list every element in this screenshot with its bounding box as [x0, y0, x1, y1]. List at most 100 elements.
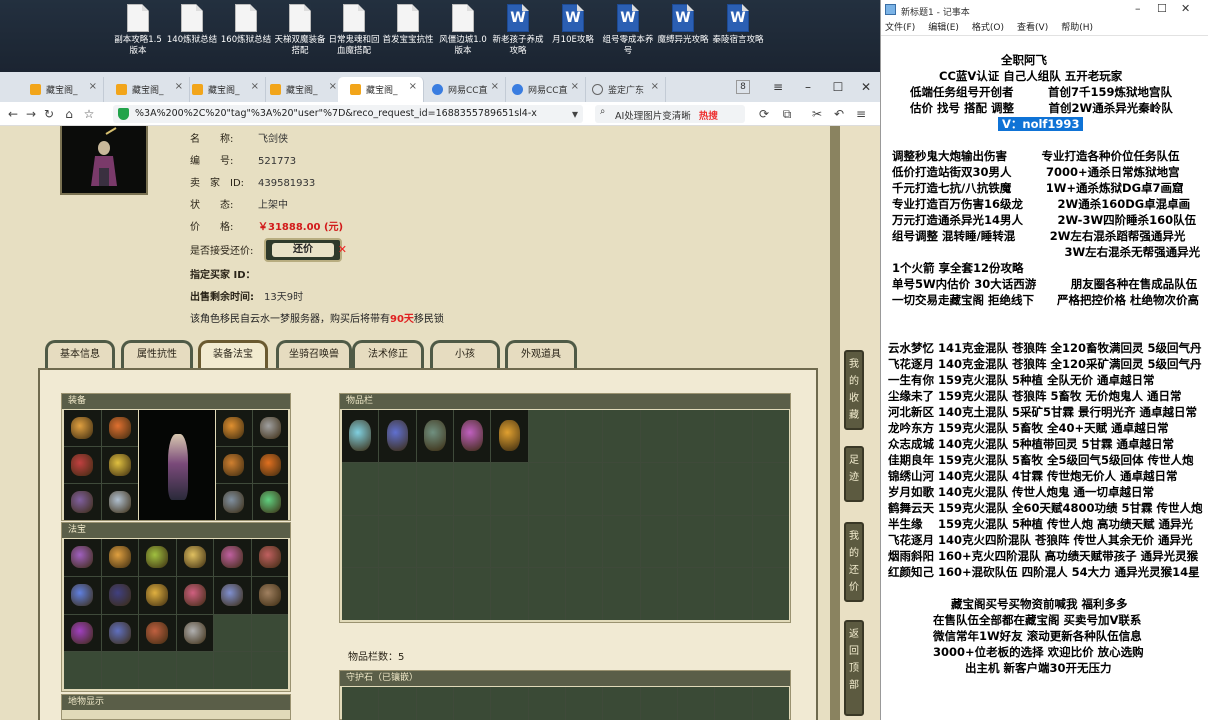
close-icon[interactable]: × — [651, 81, 659, 92]
desktop-file-icon[interactable]: W 新老孩子养成攻略 — [491, 4, 545, 70]
tab-child[interactable]: 小孩 — [430, 340, 500, 368]
browser-tab[interactable]: 藏宝阁_ × — [104, 77, 190, 102]
close-icon[interactable]: × — [571, 81, 579, 92]
empty-slot[interactable] — [565, 410, 603, 462]
tab-appearance[interactable]: 外观道具 — [505, 340, 577, 368]
empty-slot[interactable] — [453, 568, 491, 620]
fabao-slot[interactable] — [176, 614, 213, 652]
empty-slot[interactable] — [603, 568, 640, 620]
minimize-icon[interactable]: – — [1135, 2, 1141, 15]
desktop-file-icon[interactable]: 140炼狱总结 — [165, 4, 219, 70]
scissors-icon[interactable]: ✂ — [808, 105, 826, 123]
desktop-file-icon[interactable]: W 秦陵宿言攻略 — [711, 4, 765, 70]
forward-icon[interactable]: → — [22, 105, 40, 123]
fabao-slot[interactable] — [139, 539, 176, 576]
empty-slot[interactable] — [640, 462, 677, 515]
close-icon[interactable]: × — [491, 81, 499, 92]
menu-view[interactable]: 查看(V) — [1017, 23, 1048, 33]
empty-slot[interactable] — [752, 515, 789, 568]
fabao-slot[interactable] — [176, 576, 213, 614]
empty-slot[interactable] — [379, 515, 416, 568]
my-bargain-button[interactable]: 我的还价 — [844, 522, 864, 602]
desktop-file-icon[interactable]: 天梯双魔装备搭配 — [273, 4, 327, 70]
fabao-slot[interactable] — [64, 614, 101, 652]
bargain-button[interactable]: 还价 ✕ — [264, 238, 347, 262]
empty-slot[interactable] — [677, 462, 715, 515]
empty-slot[interactable] — [715, 687, 752, 720]
item-slot[interactable] — [453, 410, 491, 462]
empty-slot[interactable] — [677, 515, 715, 568]
empty-slot[interactable] — [342, 515, 379, 568]
tab-mounts[interactable]: 坐骑召唤兽 — [276, 340, 352, 368]
empty-slot[interactable] — [528, 410, 565, 462]
empty-slot[interactable] — [640, 687, 677, 720]
bookmark-icon[interactable]: ☆ — [80, 105, 98, 123]
empty-slot[interactable] — [101, 652, 138, 689]
empty-slot[interactable] — [379, 687, 416, 720]
empty-slot[interactable] — [640, 410, 677, 462]
item-slot[interactable] — [342, 410, 379, 462]
fabao-slot[interactable] — [64, 539, 101, 576]
empty-slot[interactable] — [64, 652, 101, 689]
empty-slot[interactable] — [715, 410, 752, 462]
back-to-top-button[interactable]: 返回顶部 — [844, 620, 864, 716]
empty-slot[interactable] — [565, 462, 603, 515]
item-slot[interactable] — [491, 410, 528, 462]
menu-file[interactable]: 文件(F) — [885, 23, 915, 33]
close-window-icon[interactable]: ✕ — [853, 74, 879, 100]
empty-slot[interactable] — [565, 568, 603, 620]
empty-slot[interactable] — [752, 462, 789, 515]
fabao-slot[interactable] — [64, 576, 101, 614]
browser-tab[interactable]: 藏宝阁_ × — [258, 77, 344, 102]
favorites-button[interactable]: 我的收藏 — [844, 350, 864, 430]
empty-slot[interactable] — [379, 462, 416, 515]
empty-slot[interactable] — [453, 687, 491, 720]
empty-slot[interactable] — [342, 462, 379, 515]
empty-slot[interactable] — [251, 614, 288, 652]
close-icon[interactable]: × — [89, 81, 97, 92]
desktop-file-icon[interactable]: 副本攻略1.5版本 — [111, 4, 165, 70]
menu-format[interactable]: 格式(O) — [972, 23, 1004, 33]
tab-spells[interactable]: 法术修正 — [352, 340, 424, 368]
empty-slot[interactable] — [491, 515, 528, 568]
equipment-slot[interactable] — [252, 484, 288, 520]
empty-slot[interactable] — [715, 568, 752, 620]
empty-slot[interactable] — [491, 568, 528, 620]
empty-slot[interactable] — [528, 515, 565, 568]
empty-slot[interactable] — [677, 568, 715, 620]
empty-slot[interactable] — [379, 568, 416, 620]
browser-tab-active[interactable]: 藏宝阁_ × — [338, 77, 424, 102]
equipment-slot[interactable] — [216, 484, 252, 520]
refresh-tool-icon[interactable]: ⟳ — [755, 105, 773, 123]
menu-edit[interactable]: 编辑(E) — [928, 23, 959, 33]
empty-slot[interactable] — [528, 568, 565, 620]
close-icon[interactable]: × — [409, 81, 417, 92]
empty-slot[interactable] — [603, 687, 640, 720]
notepad-textarea[interactable]: 全职阿飞 CC蓝V认证 自己人组队 五开老玩家 低端任务组号开创者 首创7千15… — [881, 36, 1208, 720]
equipment-slot[interactable] — [64, 447, 101, 483]
empty-slot[interactable] — [416, 515, 453, 568]
empty-slot[interactable] — [416, 568, 453, 620]
close-icon[interactable]: × — [329, 81, 337, 92]
empty-slot[interactable] — [416, 687, 453, 720]
empty-slot[interactable] — [565, 687, 603, 720]
equipment-slot[interactable] — [216, 447, 252, 483]
equipment-slot[interactable] — [101, 447, 138, 483]
menu-help[interactable]: 帮助(H) — [1061, 23, 1093, 33]
browser-tab[interactable]: 藏宝阁_ × — [18, 77, 104, 102]
tab-equipment[interactable]: 装备法宝 — [198, 340, 268, 368]
empty-slot[interactable] — [752, 410, 789, 462]
desktop-file-icon[interactable]: 日常鬼魂和回血魔搭配 — [327, 4, 381, 70]
empty-slot[interactable] — [453, 515, 491, 568]
tab-basic-info[interactable]: 基本信息 — [45, 340, 115, 368]
tab-count-badge[interactable]: 8 — [736, 80, 750, 94]
empty-slot[interactable] — [528, 687, 565, 720]
search-input[interactable]: ⌕ AI处理图片变清晰 热搜 — [595, 105, 745, 123]
item-slot[interactable] — [416, 410, 453, 462]
extension-icon[interactable]: ⧉ — [778, 105, 796, 123]
tab-attributes[interactable]: 属性抗性 — [121, 340, 193, 368]
desktop-file-icon[interactable]: W 月10E攻略 — [546, 4, 600, 70]
equipment-slot[interactable] — [64, 410, 101, 446]
desktop-file-icon[interactable]: 首发宝宝抗性 — [381, 4, 435, 70]
equipment-slot[interactable] — [252, 410, 288, 446]
